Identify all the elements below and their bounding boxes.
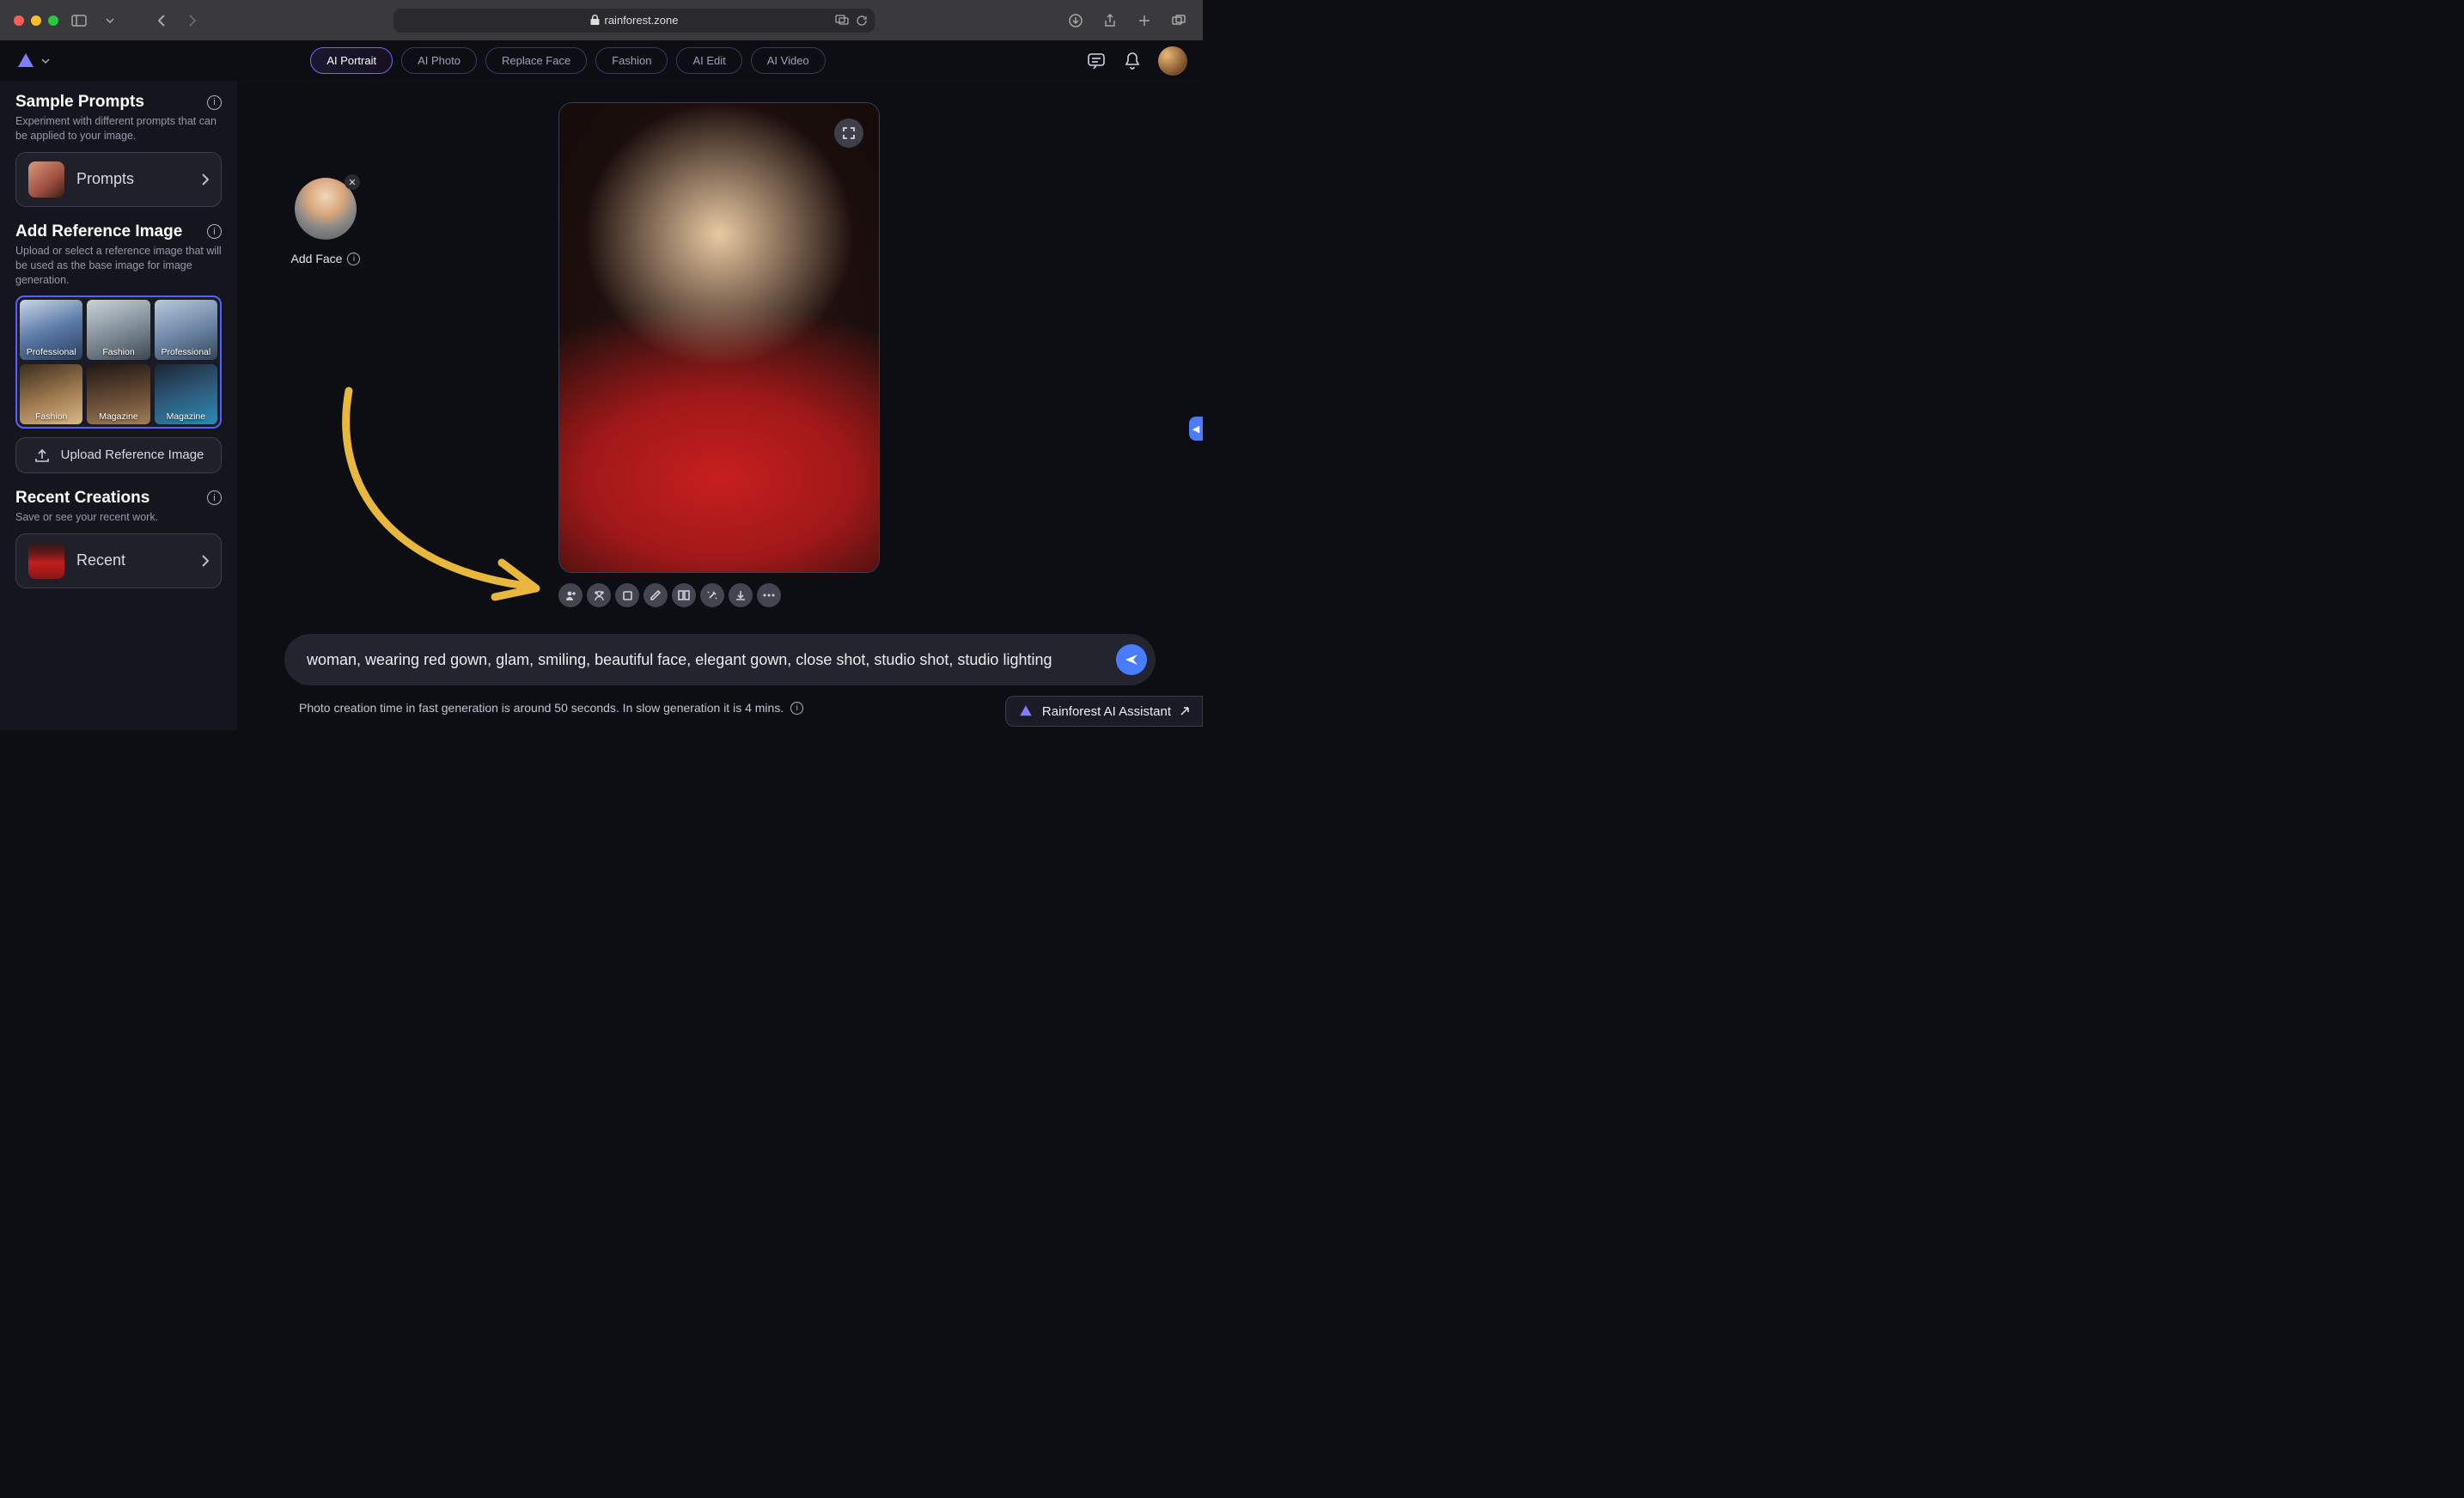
prompts-thumb [28,161,64,198]
lock-icon [590,15,600,26]
reader-icon[interactable] [835,15,849,25]
chevron-down-icon [41,58,50,64]
upload-label: Upload Reference Image [61,447,204,464]
sample-prompts-title: Sample Prompts [15,93,144,112]
downloads-icon[interactable] [1065,10,1086,31]
side-panel-pull[interactable]: ◀ [1189,417,1203,441]
recent-title: Recent Creations [15,489,149,508]
reference-grid: Professional Fashion Professional Fashio… [15,295,222,428]
bell-icon[interactable] [1122,51,1143,71]
chevron-right-icon [202,555,209,567]
url-host: rainforest.zone [605,14,679,27]
info-icon[interactable]: i [207,95,222,110]
tab-fashion[interactable]: Fashion [595,47,668,74]
content-area: ✕ Add Face i [237,82,1203,730]
edit-icon[interactable] [643,583,668,607]
url-bar[interactable]: rainforest.zone [393,9,875,33]
add-person-icon[interactable] [558,583,582,607]
preview-image [559,103,879,572]
chevron-right-icon [202,174,209,186]
section-recent: Recent Creations i Save or see your rece… [15,489,222,588]
send-button[interactable] [1116,644,1147,675]
user-avatar[interactable] [1158,46,1187,76]
minimize-window[interactable] [31,15,41,26]
add-face-label[interactable]: Add Face i [287,252,364,265]
generation-info: Photo creation time in fast generation i… [299,701,803,715]
chat-icon[interactable] [1086,51,1107,71]
tab-ai-photo[interactable]: AI Photo [401,47,477,74]
upload-icon [34,447,51,464]
expand-icon [842,126,856,140]
browser-chrome: rainforest.zone [0,0,1203,40]
image-actions [558,583,781,607]
reference-option[interactable]: Professional [155,300,217,360]
reference-option[interactable]: Professional [20,300,82,360]
recent-label: Recent [76,551,190,569]
info-icon[interactable]: i [207,224,222,239]
logo-icon [15,51,36,71]
chevron-down-icon[interactable] [100,10,120,31]
reference-option[interactable]: Fashion [87,300,149,360]
reference-option[interactable]: Fashion [20,364,82,424]
reload-icon[interactable] [856,15,868,27]
nav-forward-icon [182,10,203,31]
recent-button[interactable]: Recent [15,533,222,588]
upload-reference-button[interactable]: Upload Reference Image [15,437,222,473]
image-preview[interactable] [558,102,880,573]
tab-ai-video[interactable]: AI Video [751,47,826,74]
reference-option[interactable]: Magazine [87,364,149,424]
download-icon[interactable] [729,583,753,607]
info-icon: i [347,253,360,265]
tab-ai-portrait[interactable]: AI Portrait [310,47,393,74]
info-icon[interactable]: i [790,702,803,715]
prompt-bar[interactable]: woman, wearing red gown, glam, smiling, … [284,634,1156,685]
reference-sub: Upload or select a reference image that … [15,244,222,288]
add-face-block: ✕ Add Face i [287,178,364,265]
tab-replace-face[interactable]: Replace Face [485,47,587,74]
section-sample-prompts: Sample Prompts i Experiment with differe… [15,93,222,207]
window-controls [14,15,58,26]
prompt-text[interactable]: woman, wearing red gown, glam, smiling, … [307,651,1106,669]
replace-face-icon[interactable] [587,583,611,607]
share-icon[interactable] [1100,10,1120,31]
reference-option[interactable]: Magazine [155,364,217,424]
magic-icon[interactable] [700,583,724,607]
face-thumbnail[interactable]: ✕ [295,178,357,240]
app-logo[interactable] [15,51,50,71]
crop-icon[interactable] [615,583,639,607]
prompts-label: Prompts [76,170,190,188]
recent-thumb [28,543,64,579]
more-icon[interactable] [757,583,781,607]
sidebar: Sample Prompts i Experiment with differe… [0,82,237,730]
tab-ai-edit[interactable]: AI Edit [676,47,741,74]
sample-prompts-sub: Experiment with different prompts that c… [15,114,222,143]
logo-icon [1018,703,1034,719]
info-icon[interactable]: i [207,490,222,505]
assistant-chip[interactable]: Rainforest AI Assistant [1005,696,1203,727]
reference-title: Add Reference Image [15,222,182,241]
expand-icon [1180,706,1190,716]
tabs-overview-icon[interactable] [1168,10,1189,31]
expand-button[interactable] [834,119,863,148]
new-tab-icon[interactable] [1134,10,1155,31]
remove-face-button[interactable]: ✕ [345,174,360,190]
annotation-arrow [323,382,564,606]
send-icon [1125,653,1138,667]
sidebar-toggle-icon[interactable] [69,10,89,31]
recent-sub: Save or see your recent work. [15,510,222,525]
app-header: AI Portrait AI Photo Replace Face Fashio… [0,40,1203,82]
top-tabs: AI Portrait AI Photo Replace Face Fashio… [62,47,1074,74]
nav-back-icon[interactable] [151,10,172,31]
close-window[interactable] [14,15,24,26]
section-reference: Add Reference Image i Upload or select a… [15,222,222,473]
maximize-window[interactable] [48,15,58,26]
prompts-button[interactable]: Prompts [15,152,222,207]
compare-icon[interactable] [672,583,696,607]
